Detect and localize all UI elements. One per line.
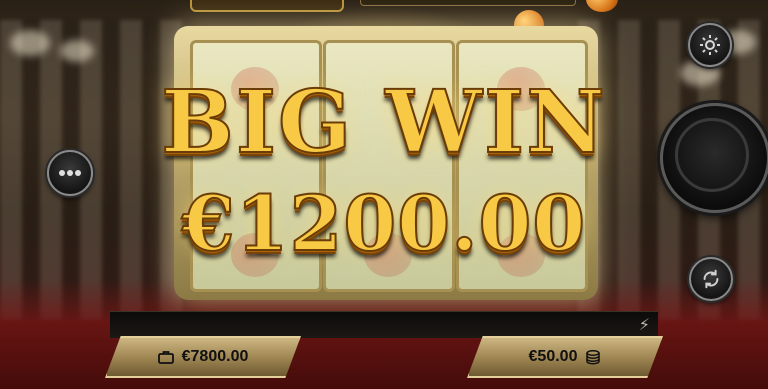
settings-button[interactable]	[688, 23, 732, 67]
coin-stack-icon	[586, 350, 601, 365]
balance-value: €7800.00	[181, 348, 249, 365]
briefcase-icon	[157, 351, 174, 364]
info-bar: ⚡︎	[110, 311, 658, 338]
background-lamp	[10, 30, 50, 56]
flying-coin	[586, 0, 618, 12]
menu-button[interactable]	[47, 150, 93, 196]
game-logo-banner	[190, 0, 344, 12]
more-dots-icon	[59, 170, 81, 176]
autoplay-button[interactable]	[689, 257, 733, 301]
info-strip	[360, 0, 576, 6]
spin-button[interactable]	[660, 103, 768, 213]
background-lamp	[60, 40, 94, 62]
slot-scene: BIG WIN €1200.00 ⚡︎ €7800.00 €50.00	[0, 0, 768, 389]
balance-panel: €7800.00	[105, 336, 301, 378]
spin-icon	[675, 118, 749, 192]
repeat-icon	[703, 269, 719, 289]
bet-value: €50.00	[528, 348, 578, 365]
big-win-banner: BIG WIN	[160, 72, 607, 173]
lightning-icon[interactable]: ⚡︎	[639, 315, 650, 334]
bet-panel[interactable]: €50.00	[467, 336, 663, 378]
gear-icon	[700, 35, 720, 55]
win-amount: €1200.00	[181, 179, 587, 268]
